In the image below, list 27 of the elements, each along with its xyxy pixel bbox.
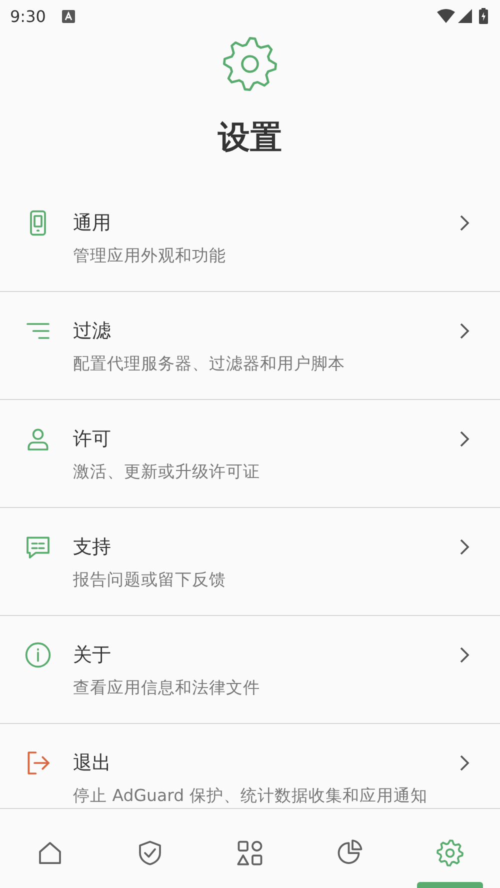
grid-icon [235, 838, 265, 868]
notification-icon [62, 10, 75, 22]
settings-row[interactable]: 支持 报告问题或留下反馈 [0, 508, 500, 616]
settings-row[interactable]: 许可 激活、更新或升级许可证 [0, 400, 500, 508]
wifi-icon [437, 9, 455, 23]
settings-icon [435, 838, 465, 868]
battery-icon [479, 8, 488, 24]
settings-row[interactable]: 通用 管理应用外观和功能 [0, 184, 500, 292]
setting-description: 激活、更新或升级许可证 [73, 461, 261, 483]
setting-title: 关于 [73, 643, 112, 667]
settings-row[interactable]: 过滤 配置代理服务器、过滤器和用户脚本 [0, 292, 500, 400]
selected-indicator [417, 882, 483, 888]
info-icon [24, 641, 52, 669]
settings-row[interactable]: 关于 查看应用信息和法律文件 [0, 616, 500, 724]
status-time: 9:30 [10, 6, 46, 26]
setting-title: 许可 [73, 427, 112, 451]
setting-title: 支持 [73, 535, 112, 559]
setting-title: 通用 [73, 211, 112, 235]
setting-description: 停止 AdGuard 保护、统计数据收集和应用通知 [73, 785, 428, 807]
page-title: 设置 [218, 117, 282, 157]
setting-description: 配置代理服务器、过滤器和用户脚本 [73, 353, 346, 375]
signal-icon [458, 9, 472, 23]
setting-description: 查看应用信息和法律文件 [73, 677, 261, 699]
setting-title: 退出 [73, 751, 112, 775]
setting-title: 过滤 [73, 319, 112, 343]
setting-description: 报告问题或留下反馈 [73, 569, 227, 591]
setting-description: 管理应用外观和功能 [73, 245, 227, 267]
